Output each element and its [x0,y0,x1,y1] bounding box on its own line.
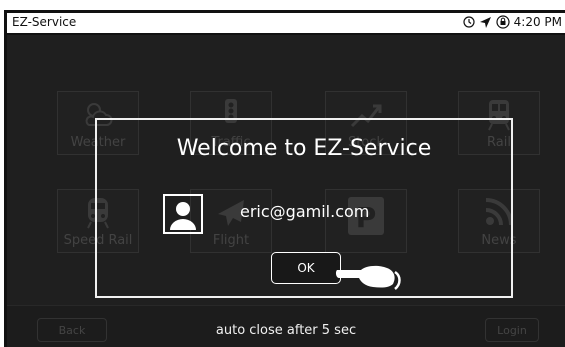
avatar [163,194,203,234]
dialog-title: Welcome to EZ-Service [176,136,432,161]
pointing-hand-icon [335,258,405,296]
modal-overlay: Welcome to EZ-Service eric@gamil.com OK … [7,35,565,347]
location-arrow-icon [479,16,492,29]
status-time: 4:20 PM [513,15,562,29]
app-title: EZ-Service [12,15,77,29]
lock-rotation-icon [496,15,510,29]
clock-icon [463,16,475,28]
ok-button[interactable]: OK [271,252,341,284]
welcome-dialog: Welcome to EZ-Service eric@gamil.com OK [95,118,513,298]
user-icon [165,202,201,236]
user-email: eric@gamil.com [240,202,370,221]
device-screen: EZ-Service 4:20 PM Weather Traffic Stock… [4,10,565,347]
status-indicators: 4:20 PM [463,15,562,29]
status-bar: EZ-Service 4:20 PM [7,13,565,35]
auto-close-notice: auto close after 5 sec [215,323,357,338]
